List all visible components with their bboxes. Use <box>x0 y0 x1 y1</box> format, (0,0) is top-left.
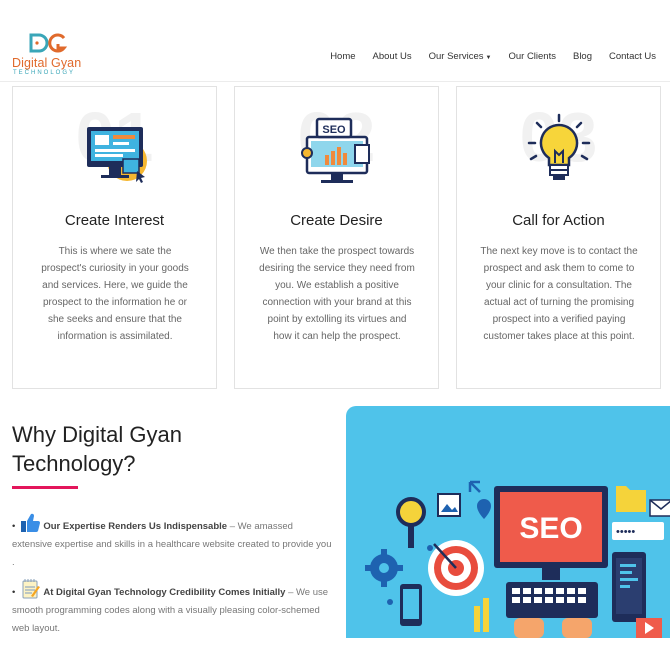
brand-name: Digital Gyan <box>12 56 82 70</box>
phone-icon <box>400 584 422 626</box>
brand-sub: TECHNOLOGY <box>13 70 76 76</box>
target-icon <box>428 540 484 596</box>
seo-monitor-icon: SEO <box>300 117 370 183</box>
nav-our-services-label: Our Services <box>428 51 484 62</box>
caret-down-icon: ▼ <box>485 55 492 61</box>
nav-home[interactable]: Home <box>330 51 355 62</box>
folder-icon <box>616 486 646 512</box>
notepad-icon <box>22 579 41 599</box>
card-title: Call for Action <box>512 212 605 229</box>
thumbs-up-icon <box>21 513 41 533</box>
gear-icon <box>365 549 403 587</box>
password-field-icon: ••••• <box>612 522 664 540</box>
feature-item: • Our Expertise Renders Us Indispensable… <box>12 512 332 572</box>
lightbulb-icon <box>527 113 590 180</box>
seo-illustration-art: SEO ••••• <box>365 480 670 638</box>
feature-title: Our Expertise Renders Us Indispensable <box>43 521 228 532</box>
hands-icon <box>514 618 592 638</box>
main-nav: Home About Us Our Services ▼ Our Clients … <box>313 51 656 62</box>
expand-icon <box>468 480 481 493</box>
nav-contact-us[interactable]: Contact Us <box>609 51 656 62</box>
nav-our-services[interactable]: Our Services ▼ <box>429 51 492 62</box>
magnifier-icon <box>396 497 426 548</box>
seo-label: SEO <box>519 512 582 545</box>
keyboard-icon <box>506 582 598 618</box>
card-title: Create Desire <box>290 212 383 229</box>
why-heading-line2: Technology? <box>12 451 136 476</box>
feature-title: At Digital Gyan Technology Credibility C… <box>43 587 286 598</box>
bullet-icon: • <box>12 587 16 598</box>
password-dots: ••••• <box>616 526 635 538</box>
seo-monitor-icon: SEO <box>494 486 608 580</box>
site-header: Digital Gyan TECHNOLOGY Home About Us Ou… <box>0 0 670 82</box>
seo-illustration: SEO ••••• <box>346 406 670 638</box>
bullet-icon: • <box>12 521 16 532</box>
mail-icon <box>649 499 670 517</box>
svg-text:SEO: SEO <box>322 124 346 136</box>
feature-item: • At Digital Gyan Technology Credibility… <box>12 578 332 638</box>
monitor-design-icon <box>86 127 147 183</box>
card-title: Create Interest <box>64 212 165 229</box>
image-icon <box>437 493 461 517</box>
card-text: This is where we sate the prospect's cur… <box>41 246 189 342</box>
play-button-icon <box>636 618 662 638</box>
card-call-for-action: 03 Call for Action The next key move is … <box>456 86 661 389</box>
bar-chart-icon <box>474 598 489 632</box>
logo-mark-icon <box>29 33 68 53</box>
nav-our-clients[interactable]: Our Clients <box>508 51 556 62</box>
why-heading: Why Digital Gyan Technology? <box>12 420 312 478</box>
why-heading-line1: Why Digital Gyan <box>12 422 182 447</box>
card-text: We then take the prospect towards desiri… <box>259 246 415 342</box>
card-create-interest: 01 Create Interest This is where we sate… <box>12 86 217 389</box>
heading-underline <box>12 486 78 489</box>
location-pin-icon <box>477 499 491 519</box>
brand-logo[interactable]: Digital Gyan TECHNOLOGY <box>12 32 82 78</box>
nav-about-us[interactable]: About Us <box>373 51 412 62</box>
card-text: The next key move is to contact the pros… <box>480 246 638 342</box>
nav-blog[interactable]: Blog <box>573 51 592 62</box>
tablet-icon <box>612 552 646 622</box>
card-create-desire: 02 SEO Create Desire We then take the pr… <box>234 86 439 389</box>
